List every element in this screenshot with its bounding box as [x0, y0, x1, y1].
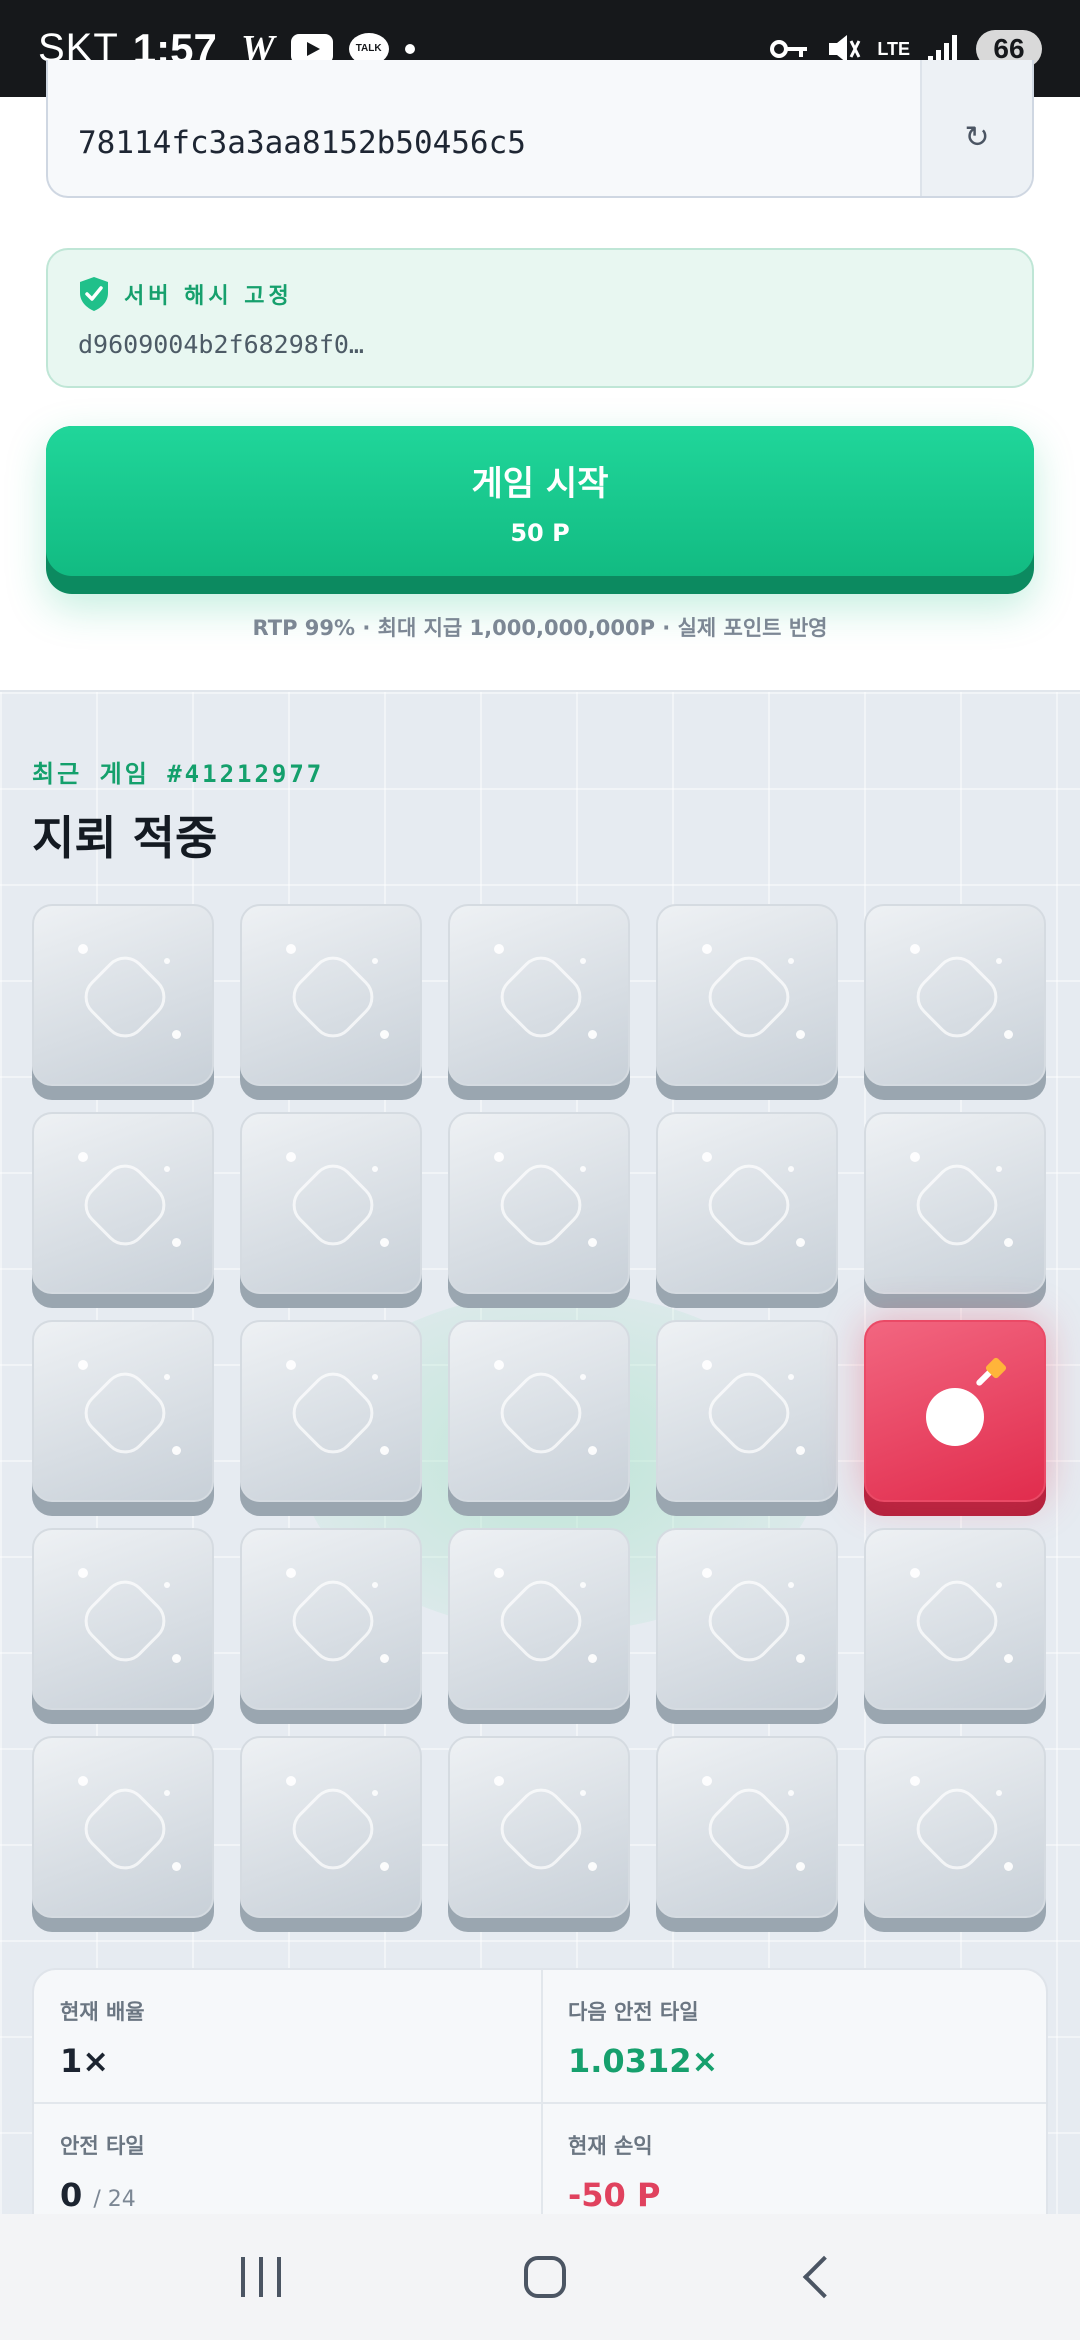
gem-outline-icon: [907, 1571, 1007, 1671]
gem-outline-icon: [75, 1779, 175, 1879]
back-button[interactable]: [802, 2255, 845, 2299]
safe-tiles-total: / 24: [93, 2187, 136, 2212]
vpn-key-icon: [770, 39, 808, 58]
safe-tiles-count: 0: [60, 2176, 83, 2214]
start-game-button[interactable]: 게임 시작 50 P: [46, 426, 1034, 594]
gem-outline-icon: [491, 947, 591, 1047]
gem-outline-icon: [283, 1155, 383, 1255]
server-hash-title: 서버 해시 고정: [124, 284, 293, 309]
lte-indicator: LTE: [877, 38, 910, 59]
gem-outline-icon: [699, 1363, 799, 1463]
mine-tile[interactable]: [864, 1320, 1046, 1516]
gem-outline-icon: [283, 1779, 383, 1879]
start-game-label: 게임 시작: [471, 463, 609, 504]
gem-outline-icon: [75, 1363, 175, 1463]
hidden-tile[interactable]: [32, 1736, 214, 1932]
safe-tiles-value: 0 / 24: [60, 2176, 516, 2214]
server-hash-panel: 서버 해시 고정 d9609004b2f68298f0…: [46, 248, 1034, 388]
hidden-tile[interactable]: [32, 1112, 214, 1308]
next-safe-value: 1.0312×: [568, 2042, 719, 2080]
client-seed-field[interactable]: 78114fc3a3aa8152b50456c5 ↻: [46, 60, 1034, 198]
current-multiplier-cell: 현재 배율 1×: [34, 1970, 542, 2104]
gem-outline-icon: [283, 1363, 383, 1463]
pnl-value: -50 P: [568, 2176, 661, 2214]
hidden-tile[interactable]: [240, 1528, 422, 1724]
hidden-tile[interactable]: [32, 1320, 214, 1516]
gem-outline-icon: [491, 1155, 591, 1255]
gem-outline-icon: [283, 1571, 383, 1671]
rtp-info: RTP 99% · 최대 지급 1,000,000,000P · 실제 포인트 …: [252, 616, 828, 640]
hidden-tile[interactable]: [240, 1736, 422, 1932]
gem-outline-icon: [75, 1571, 175, 1671]
game-board-section: 최근 게임 #41212977 지뢰 적중 현재 배율 1× 다음 안전 타일 …: [0, 690, 1080, 2268]
hidden-tile[interactable]: [32, 904, 214, 1100]
pnl-label: 현재 손익: [568, 2134, 653, 2158]
gem-outline-icon: [699, 947, 799, 1047]
hidden-tile[interactable]: [864, 904, 1046, 1100]
shield-check-icon: [80, 277, 108, 311]
gem-outline-icon: [699, 1571, 799, 1671]
gem-outline-icon: [491, 1779, 591, 1879]
gem-outline-icon: [491, 1571, 591, 1671]
gem-outline-icon: [699, 1155, 799, 1255]
game-result-title: 지뢰 적중: [32, 811, 218, 865]
gem-outline-icon: [75, 947, 175, 1047]
home-button[interactable]: [523, 2256, 566, 2298]
hidden-tile[interactable]: [240, 1112, 422, 1308]
hidden-tile[interactable]: [240, 904, 422, 1100]
recent-apps-button[interactable]: [241, 2257, 282, 2297]
gem-outline-icon: [283, 947, 383, 1047]
hidden-tile[interactable]: [32, 1528, 214, 1724]
server-hash-value: d9609004b2f68298f0…: [78, 330, 364, 359]
current-multiplier-value: 1×: [60, 2042, 110, 2080]
refresh-seed-button[interactable]: ↻: [920, 60, 1032, 196]
hidden-tile[interactable]: [448, 1320, 630, 1516]
gem-outline-icon: [907, 1779, 1007, 1879]
hidden-tile[interactable]: [864, 1736, 1046, 1932]
gem-outline-icon: [907, 947, 1007, 1047]
hidden-tile[interactable]: [656, 904, 838, 1100]
next-safe-cell: 다음 안전 타일 1.0312×: [542, 1970, 1046, 2104]
hidden-tile[interactable]: [448, 1736, 630, 1932]
hidden-tile[interactable]: [656, 1528, 838, 1724]
gem-outline-icon: [699, 1779, 799, 1879]
bet-cost: 50 P: [510, 518, 570, 547]
recent-game-label: 최근 게임 #41212977: [32, 760, 325, 788]
current-multiplier-label: 현재 배율: [60, 2000, 145, 2024]
hidden-tile[interactable]: [864, 1528, 1046, 1724]
next-safe-label: 다음 안전 타일: [568, 2000, 699, 2024]
hidden-tile[interactable]: [656, 1112, 838, 1308]
gem-outline-icon: [75, 1155, 175, 1255]
navigation-bar: [0, 2214, 1080, 2340]
hidden-tile[interactable]: [864, 1112, 1046, 1308]
hidden-tile[interactable]: [448, 1528, 630, 1724]
client-seed-value[interactable]: 78114fc3a3aa8152b50456c5: [48, 60, 920, 196]
gem-outline-icon: [907, 1155, 1007, 1255]
hidden-tile[interactable]: [448, 1112, 630, 1308]
hidden-tile[interactable]: [448, 904, 630, 1100]
gem-outline-icon: [491, 1363, 591, 1463]
hidden-tile[interactable]: [240, 1320, 422, 1516]
more-notifications-icon: [404, 43, 415, 54]
safe-tiles-label: 안전 타일: [60, 2134, 145, 2158]
hidden-tile[interactable]: [656, 1736, 838, 1932]
bomb-icon: [926, 1388, 984, 1446]
hidden-tile[interactable]: [656, 1320, 838, 1516]
youtube-icon: [290, 33, 333, 64]
